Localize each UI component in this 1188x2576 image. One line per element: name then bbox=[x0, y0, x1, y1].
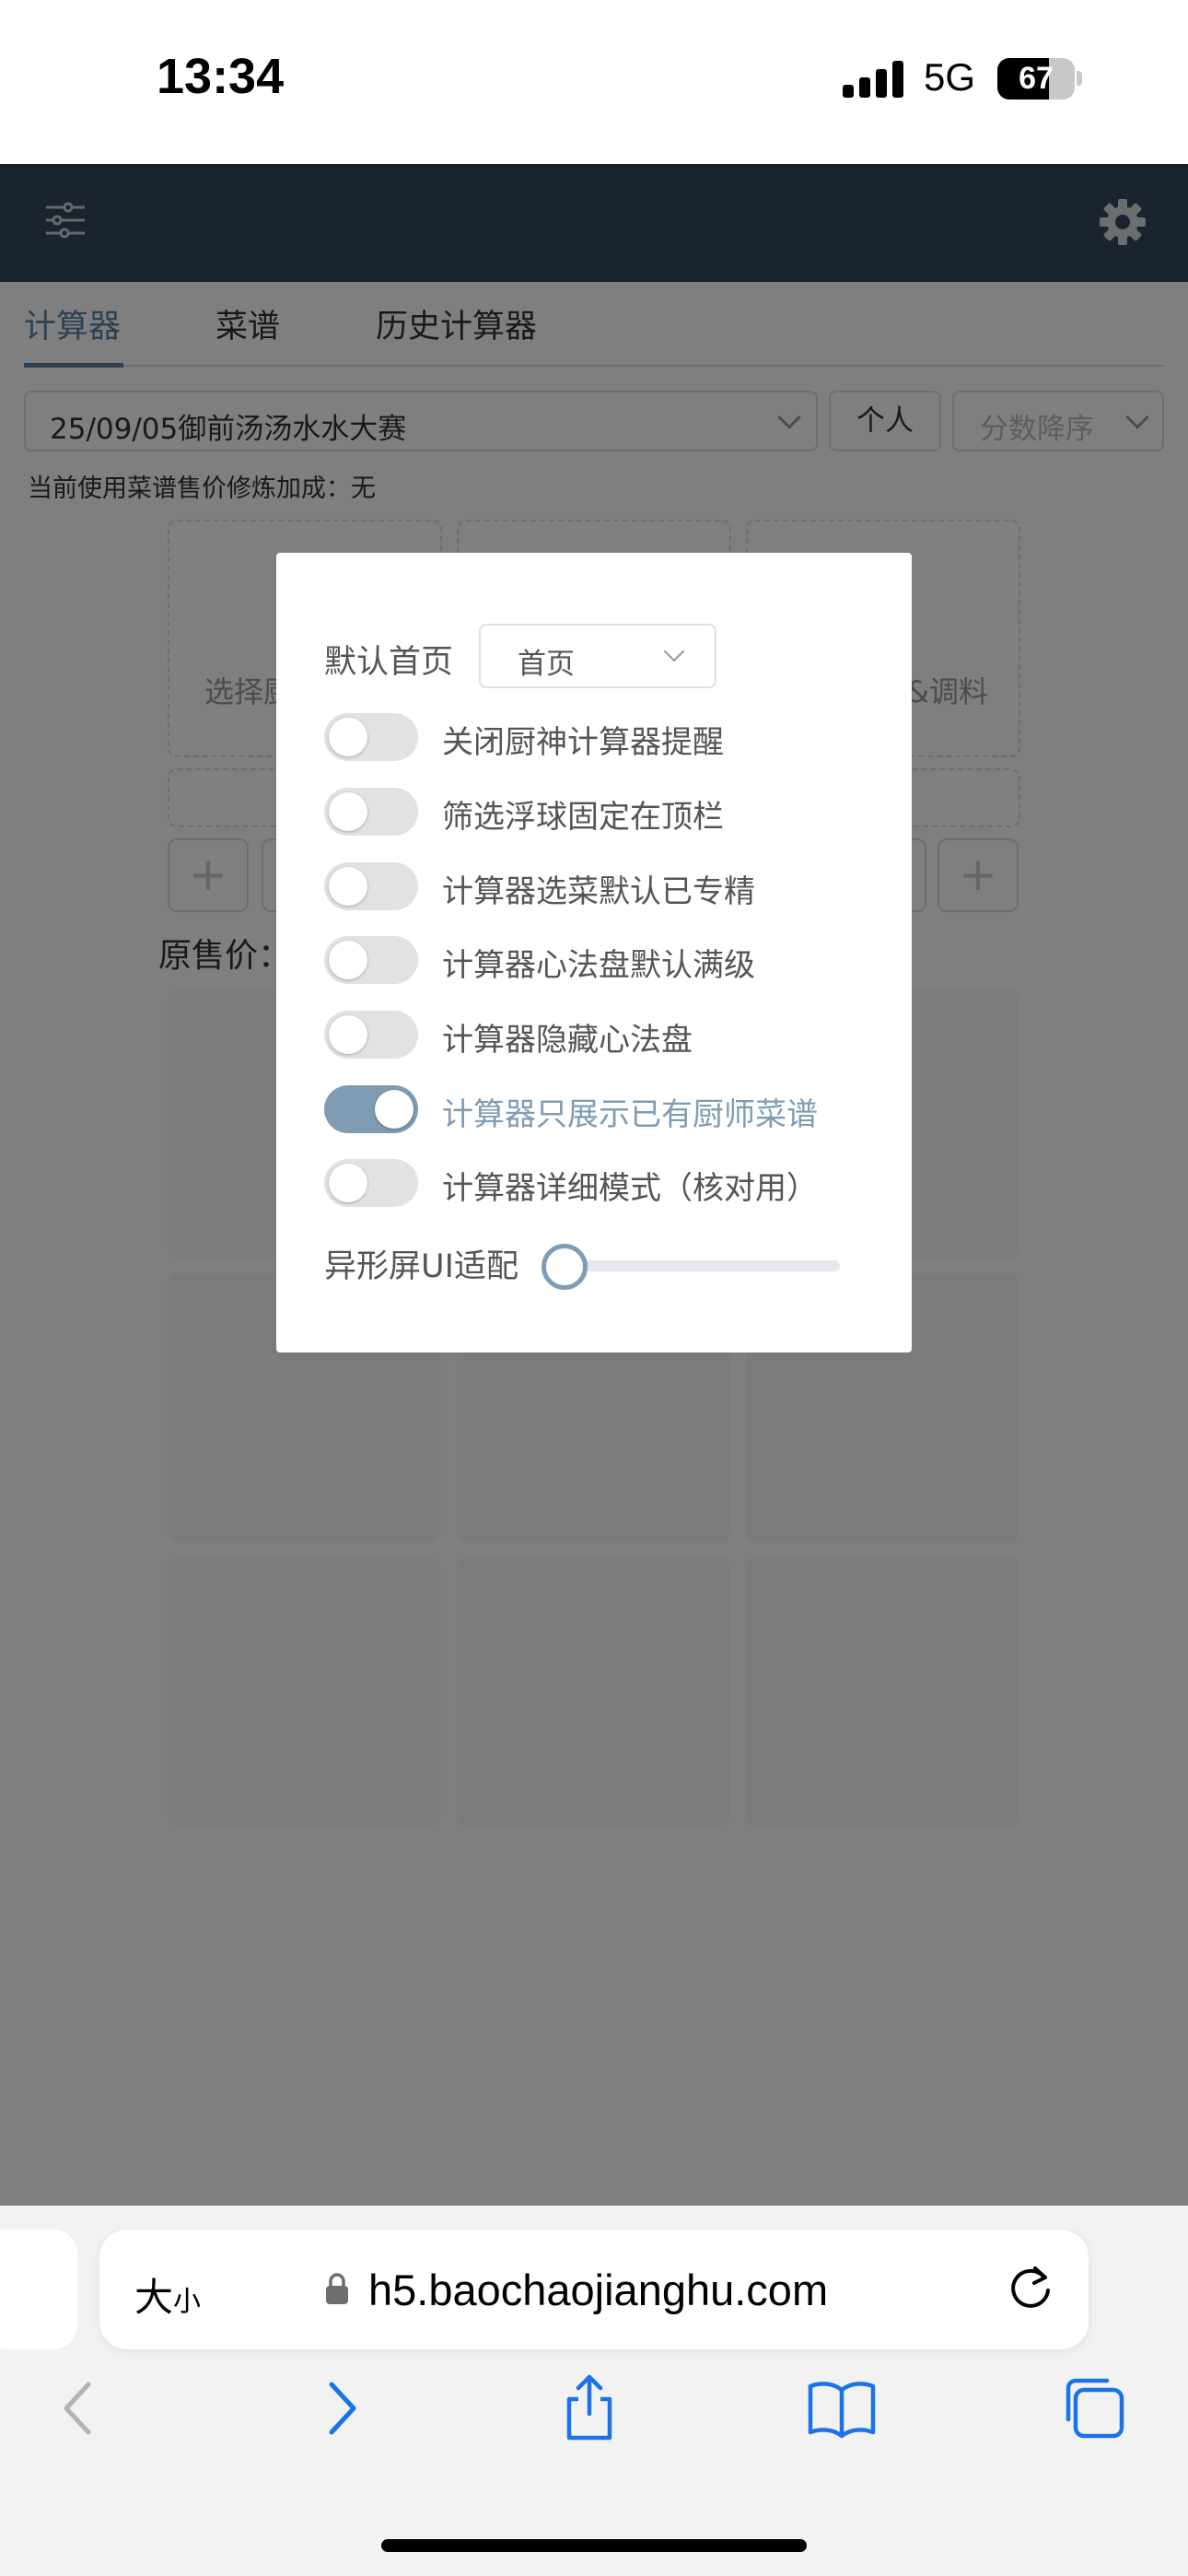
toggle-row-max-level-disc[interactable]: 计算器心法盘默认满级 bbox=[324, 934, 895, 986]
bookmarks-icon[interactable] bbox=[805, 2371, 879, 2445]
text-size-button[interactable]: 大小 bbox=[134, 2266, 201, 2323]
toggle-switch[interactable] bbox=[324, 1159, 418, 1207]
toggle-switch[interactable] bbox=[324, 1011, 418, 1059]
default-home-select[interactable]: 首页 bbox=[479, 624, 716, 688]
toggle-switch[interactable] bbox=[324, 936, 418, 984]
network-type: 5G bbox=[924, 55, 976, 99]
notch-ui-slider-track[interactable] bbox=[553, 1260, 840, 1271]
share-icon[interactable] bbox=[553, 2371, 626, 2445]
tabs-icon[interactable] bbox=[1057, 2371, 1131, 2445]
toggle-switch[interactable] bbox=[324, 1085, 418, 1133]
url-text: h5.baochaojianghu.com bbox=[368, 2266, 829, 2314]
previous-tab-preview[interactable] bbox=[0, 2230, 77, 2349]
reload-icon[interactable] bbox=[1006, 2263, 1057, 2314]
browser-bar: 大小 h5.baochaojianghu.com bbox=[0, 2206, 1188, 2576]
battery-icon: 67 bbox=[997, 58, 1075, 100]
toggle-label: 计算器选菜默认已专精 bbox=[442, 873, 755, 910]
toggle-label: 筛选浮球固定在顶栏 bbox=[442, 799, 724, 836]
text-size-small: 小 bbox=[173, 2287, 202, 2317]
toggle-row-detail-mode[interactable]: 计算器详细模式（核对用） bbox=[324, 1157, 895, 1209]
default-home-label: 默认首页 bbox=[324, 644, 454, 681]
lock-icon bbox=[326, 2273, 348, 2304]
back-icon[interactable] bbox=[44, 2371, 118, 2445]
notch-ui-slider-label: 异形屏UI适配 bbox=[324, 1248, 518, 1285]
status-bar: 13:34 5G 67 bbox=[0, 0, 1188, 164]
chevron-down-icon bbox=[663, 640, 685, 662]
status-time: 13:34 bbox=[157, 49, 285, 104]
toggle-label: 计算器心法盘默认满级 bbox=[442, 947, 755, 984]
notch-ui-slider-handle[interactable] bbox=[542, 1244, 588, 1290]
toggle-switch[interactable] bbox=[324, 713, 418, 761]
battery-tip bbox=[1077, 71, 1082, 86]
toggle-label: 关闭厨神计算器提醒 bbox=[442, 724, 724, 761]
toggle-row-pin-filter-ball[interactable]: 筛选浮球固定在顶栏 bbox=[324, 786, 895, 837]
toggle-label: 计算器只展示已有厨师菜谱 bbox=[442, 1096, 818, 1133]
toggle-row-default-mastered[interactable]: 计算器选菜默认已专精 bbox=[324, 861, 895, 912]
address-bar[interactable]: 大小 h5.baochaojianghu.com bbox=[99, 2230, 1089, 2349]
toggle-label: 计算器详细模式（核对用） bbox=[442, 1170, 818, 1207]
toggle-label: 计算器隐藏心法盘 bbox=[442, 1022, 693, 1059]
text-size-big: 大 bbox=[134, 2276, 174, 2319]
default-home-value: 首页 bbox=[518, 648, 575, 681]
toggle-row-close-chef-reminder[interactable]: 关闭厨神计算器提醒 bbox=[324, 711, 895, 763]
settings-modal: 默认首页 首页 关闭厨神计算器提醒 筛选浮球固定在顶栏 计算器选菜默认已专精 计… bbox=[276, 553, 912, 1352]
home-indicator bbox=[381, 2539, 807, 2552]
battery-level: 67 bbox=[1019, 61, 1054, 96]
signal-icon bbox=[843, 61, 905, 98]
toggle-row-hide-disc[interactable]: 计算器隐藏心法盘 bbox=[324, 1009, 895, 1060]
toggle-switch[interactable] bbox=[324, 862, 418, 910]
toggle-switch[interactable] bbox=[324, 788, 418, 836]
forward-icon[interactable] bbox=[302, 2371, 376, 2445]
toggle-row-owned-chef-recipes[interactable]: 计算器只展示已有厨师菜谱 bbox=[324, 1083, 895, 1135]
